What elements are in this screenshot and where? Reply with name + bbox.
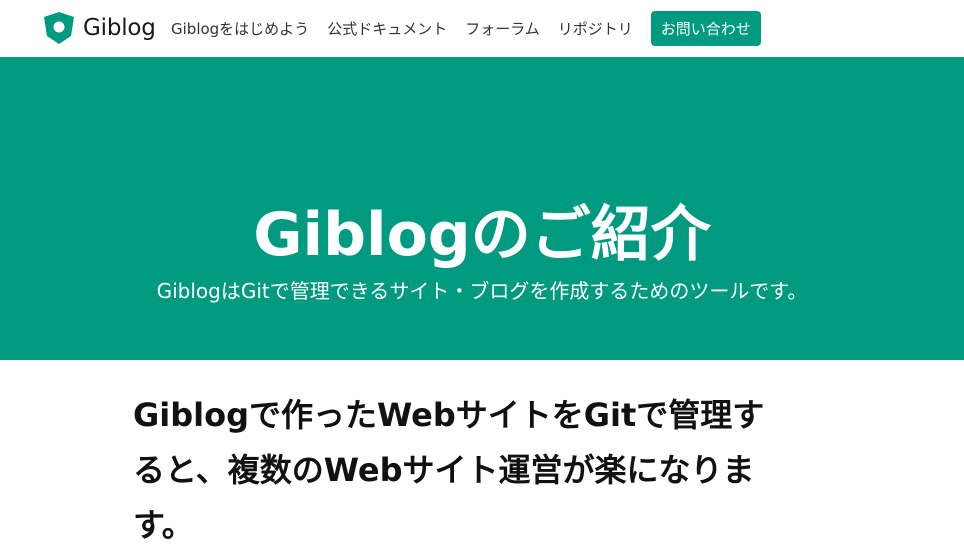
hero-section: Giblogのご紹介 GiblogはGitで管理できるサイト・ブログを作成するた… <box>0 57 964 360</box>
nav-getting-started[interactable]: Giblogをはじめよう <box>171 18 309 39</box>
lead-paragraph: Giblogで作ったWebサイトをGitで管理すると、複数のWebサイト運営が楽… <box>133 396 765 544</box>
contact-button[interactable]: お問い合わせ <box>650 11 761 46</box>
giblog-logo-icon <box>44 12 74 44</box>
site-logo-text: Giblog <box>83 15 156 41</box>
nav-repository[interactable]: リポジトリ <box>558 18 633 39</box>
nav-forum[interactable]: フォーラム <box>465 18 540 39</box>
site-header: Giblog Giblogをはじめよう 公式ドキュメント フォーラム リポジトリ… <box>0 0 964 57</box>
main-content: Giblogで作ったWebサイトをGitで管理すると、複数のWebサイト運営が楽… <box>133 388 793 553</box>
site-logo-link[interactable]: Giblog <box>42 10 156 46</box>
hero-title: Giblogのご紹介 <box>253 200 711 271</box>
nav-official-docs[interactable]: 公式ドキュメント <box>327 18 447 39</box>
hero-subtitle: GiblogはGitで管理できるサイト・ブログを作成するためのツールです。 <box>156 279 808 303</box>
main-navigation: Giblogをはじめよう 公式ドキュメント フォーラム リポジトリ お問い合わせ <box>171 0 761 57</box>
